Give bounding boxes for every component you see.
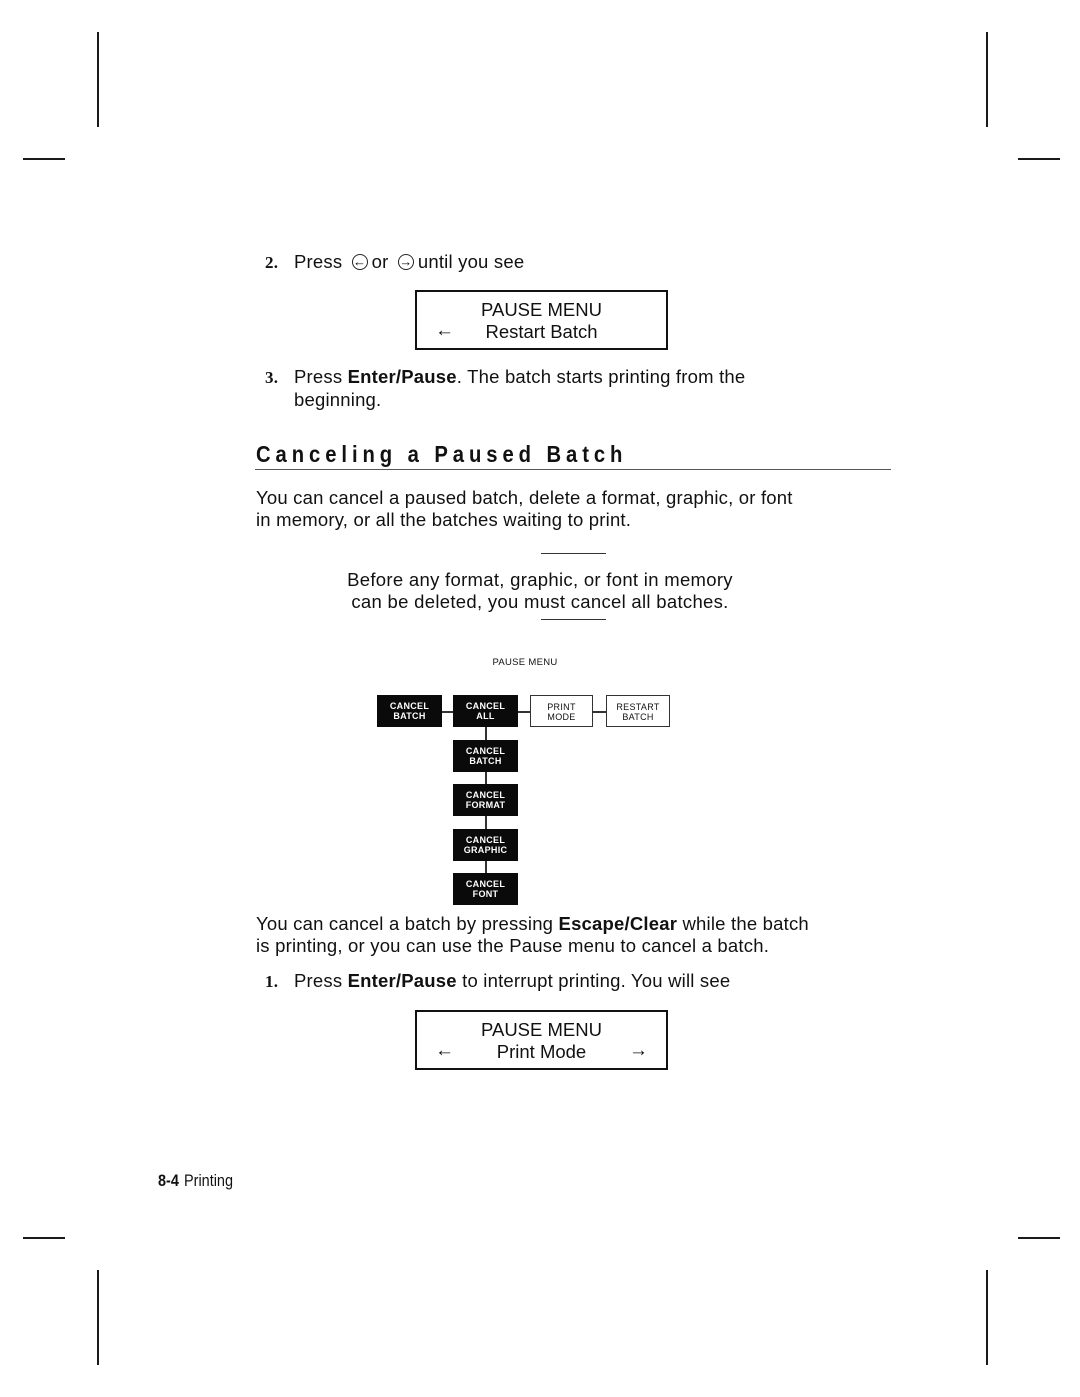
crop-mark-top-right-horizontal [1018, 158, 1060, 160]
text: while the batch [682, 913, 809, 934]
crop-mark-top-left-horizontal [23, 158, 65, 160]
menu-box-line-1: RESTART [616, 702, 660, 712]
text: You can cancel a batch by pressing [256, 913, 554, 934]
menu-box-line-2: GRAPHIC [463, 845, 508, 855]
page-footer: 8-4 Printing [158, 1171, 233, 1191]
crop-mark-top-right-vertical [986, 32, 988, 127]
menu-box-line-1: CANCEL [465, 835, 506, 845]
step-text-or: or [371, 251, 389, 272]
submenu-box-cancel-font: CANCEL FONT [453, 873, 518, 905]
note-rule-bottom [541, 619, 606, 620]
note-line-1: Before any format, graphic, or font in m… [347, 569, 733, 590]
step-text-prefix: Press [294, 251, 343, 272]
connector-line [518, 711, 530, 713]
menu-box-cancel-batch: CANCEL BATCH [377, 695, 442, 727]
menu-box-line-2: FONT [472, 889, 499, 899]
crop-mark-bottom-right-horizontal [1018, 1237, 1060, 1239]
heading-rule [255, 469, 891, 470]
step-number: 1. [265, 972, 279, 991]
intro-line-2: in memory, or all the batches waiting to… [256, 509, 632, 530]
cancel-paragraph-line-1: You can cancel a batch by pressing Escap… [256, 913, 809, 935]
step-text-suffix: until you see [417, 251, 525, 272]
menu-box-restart-batch: RESTART BATCH [606, 695, 670, 727]
menu-box-line-1: PRINT [547, 702, 576, 712]
crop-mark-bottom-left-horizontal [23, 1237, 65, 1239]
menu-box-print-mode: PRINT MODE [530, 695, 593, 727]
menu-box-line-2: FORMAT [465, 800, 506, 810]
key-name: Escape/Clear [558, 913, 678, 934]
step-number: 2. [265, 253, 279, 272]
crop-mark-bottom-left-vertical [97, 1270, 99, 1365]
page-number: 8-4 [158, 1171, 179, 1190]
step-text-prefix: Press [294, 970, 343, 991]
intro-line-1: You can cancel a paused batch, delete a … [256, 487, 793, 508]
step-1: 1. Press Enter/Pause to interrupt printin… [265, 970, 730, 993]
submenu-box-cancel-format: CANCEL FORMAT [453, 784, 518, 816]
intro-paragraph: You can cancel a paused batch, delete a … [256, 487, 793, 531]
lcd-line-1: PAUSE MENU [481, 1019, 602, 1040]
lcd-display-restart-batch: PAUSE MENU ← Restart Batch [415, 290, 668, 350]
note-line-2: can be deleted, you must cancel all batc… [351, 591, 729, 612]
connector-line [593, 711, 606, 713]
menu-box-line-1: CANCEL [465, 879, 506, 889]
menu-box-line-1: CANCEL [389, 701, 430, 711]
crop-mark-top-left-vertical [97, 32, 99, 127]
menu-box-line-2: ALL [476, 711, 495, 721]
menu-box-line-2: BATCH [622, 712, 654, 722]
left-arrow-key-icon: ← [351, 254, 368, 270]
lcd-display-print-mode: PAUSE MENU ← Print Mode → [415, 1010, 668, 1070]
footer-section: Printing [183, 1171, 233, 1190]
step-text-continued: beginning. [294, 389, 382, 410]
section-heading: Canceling a Paused Batch [256, 441, 628, 467]
step-text-prefix: Press [294, 366, 343, 387]
connector-line [442, 711, 453, 713]
diagram-title: PAUSE MENU [492, 657, 558, 668]
menu-box-line-2: MODE [547, 712, 576, 722]
lcd-line-2: Restart Batch [485, 321, 598, 342]
right-arrow-key-icon: → [397, 254, 414, 270]
right-arrow-icon: → [629, 1040, 648, 1061]
note: Before any format, graphic, or font in m… [340, 569, 740, 613]
menu-box-cancel-all: CANCEL ALL [453, 695, 518, 727]
menu-box-line-1: CANCEL [465, 790, 506, 800]
menu-box-line-2: BATCH [469, 756, 502, 766]
cancel-paragraph-line-2: is printing, or you can use the Pause me… [256, 935, 770, 956]
submenu-box-cancel-batch: CANCEL BATCH [453, 740, 518, 772]
step-text: . The batch starts printing from the [456, 366, 746, 387]
menu-box-line-1: CANCEL [465, 701, 506, 711]
lcd-line-1: PAUSE MENU [481, 299, 602, 320]
key-name: Enter/Pause [347, 366, 457, 387]
crop-mark-bottom-right-vertical [986, 1270, 988, 1365]
submenu-box-cancel-graphic: CANCEL GRAPHIC [453, 829, 518, 861]
menu-box-line-2: BATCH [393, 711, 426, 721]
step-text-suffix: to interrupt printing. You will see [462, 970, 731, 991]
menu-box-line-1: CANCEL [465, 746, 506, 756]
step-3: 3. Press Enter/Pause. The batch starts pr… [265, 366, 745, 411]
key-name: Enter/Pause [347, 970, 457, 991]
cancel-paragraph: You can cancel a batch by pressing Escap… [256, 913, 809, 957]
step-2: 2. Press ← or → until you see [265, 251, 524, 274]
note-rule-top [541, 553, 606, 554]
step-number: 3. [265, 368, 279, 387]
